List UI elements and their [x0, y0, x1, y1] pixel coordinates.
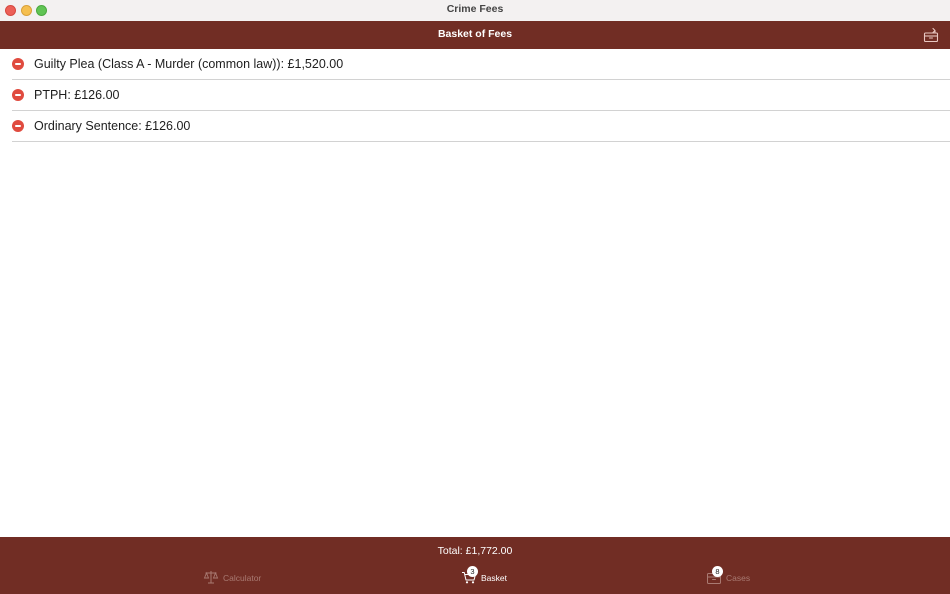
basket-item-row: Guilty Plea (Class A - Murder (common la… — [12, 49, 950, 80]
delete-item-button[interactable] — [12, 58, 24, 70]
delete-item-button[interactable] — [12, 120, 24, 132]
tab-basket[interactable]: 3 Basket — [461, 566, 511, 589]
tab-basket-label: Basket — [481, 573, 507, 583]
basket-total: Total: £1,772.00 — [437, 545, 513, 557]
tab-cases-label: Cases — [726, 573, 751, 583]
title-bar: Crime Fees — [0, 0, 950, 21]
app-window: Crime Fees Basket of Fees Guilty Plea (C… — [0, 0, 950, 594]
delete-item-button[interactable] — [12, 89, 24, 101]
tab-calculator[interactable]: Calculator — [203, 567, 263, 589]
cases-count-badge: 8 — [712, 566, 723, 577]
basket-item-row: Ordinary Sentence: £126.00 — [12, 111, 950, 142]
tab-cases[interactable]: 8 Cases — [706, 566, 751, 589]
scales-icon — [203, 569, 219, 585]
window-title: Crime Fees — [446, 3, 504, 15]
basket-list: Guilty Plea (Class A - Murder (common la… — [0, 49, 950, 142]
basket-item-label: Ordinary Sentence: £126.00 — [34, 119, 191, 133]
basket-item-label: Guilty Plea (Class A - Murder (common la… — [34, 57, 344, 71]
tab-calculator-label: Calculator — [223, 573, 262, 583]
bottom-bar: Total: £1,772.00 Calculator 3 Basket 8 C… — [0, 537, 950, 594]
basket-item-row: PTPH: £126.00 — [12, 80, 950, 111]
archive-box-icon[interactable] — [922, 26, 940, 44]
navigation-bar: Basket of Fees — [0, 21, 950, 49]
basket-count-badge: 3 — [467, 566, 478, 577]
page-title: Basket of Fees — [437, 28, 513, 40]
basket-item-label: PTPH: £126.00 — [34, 88, 120, 102]
